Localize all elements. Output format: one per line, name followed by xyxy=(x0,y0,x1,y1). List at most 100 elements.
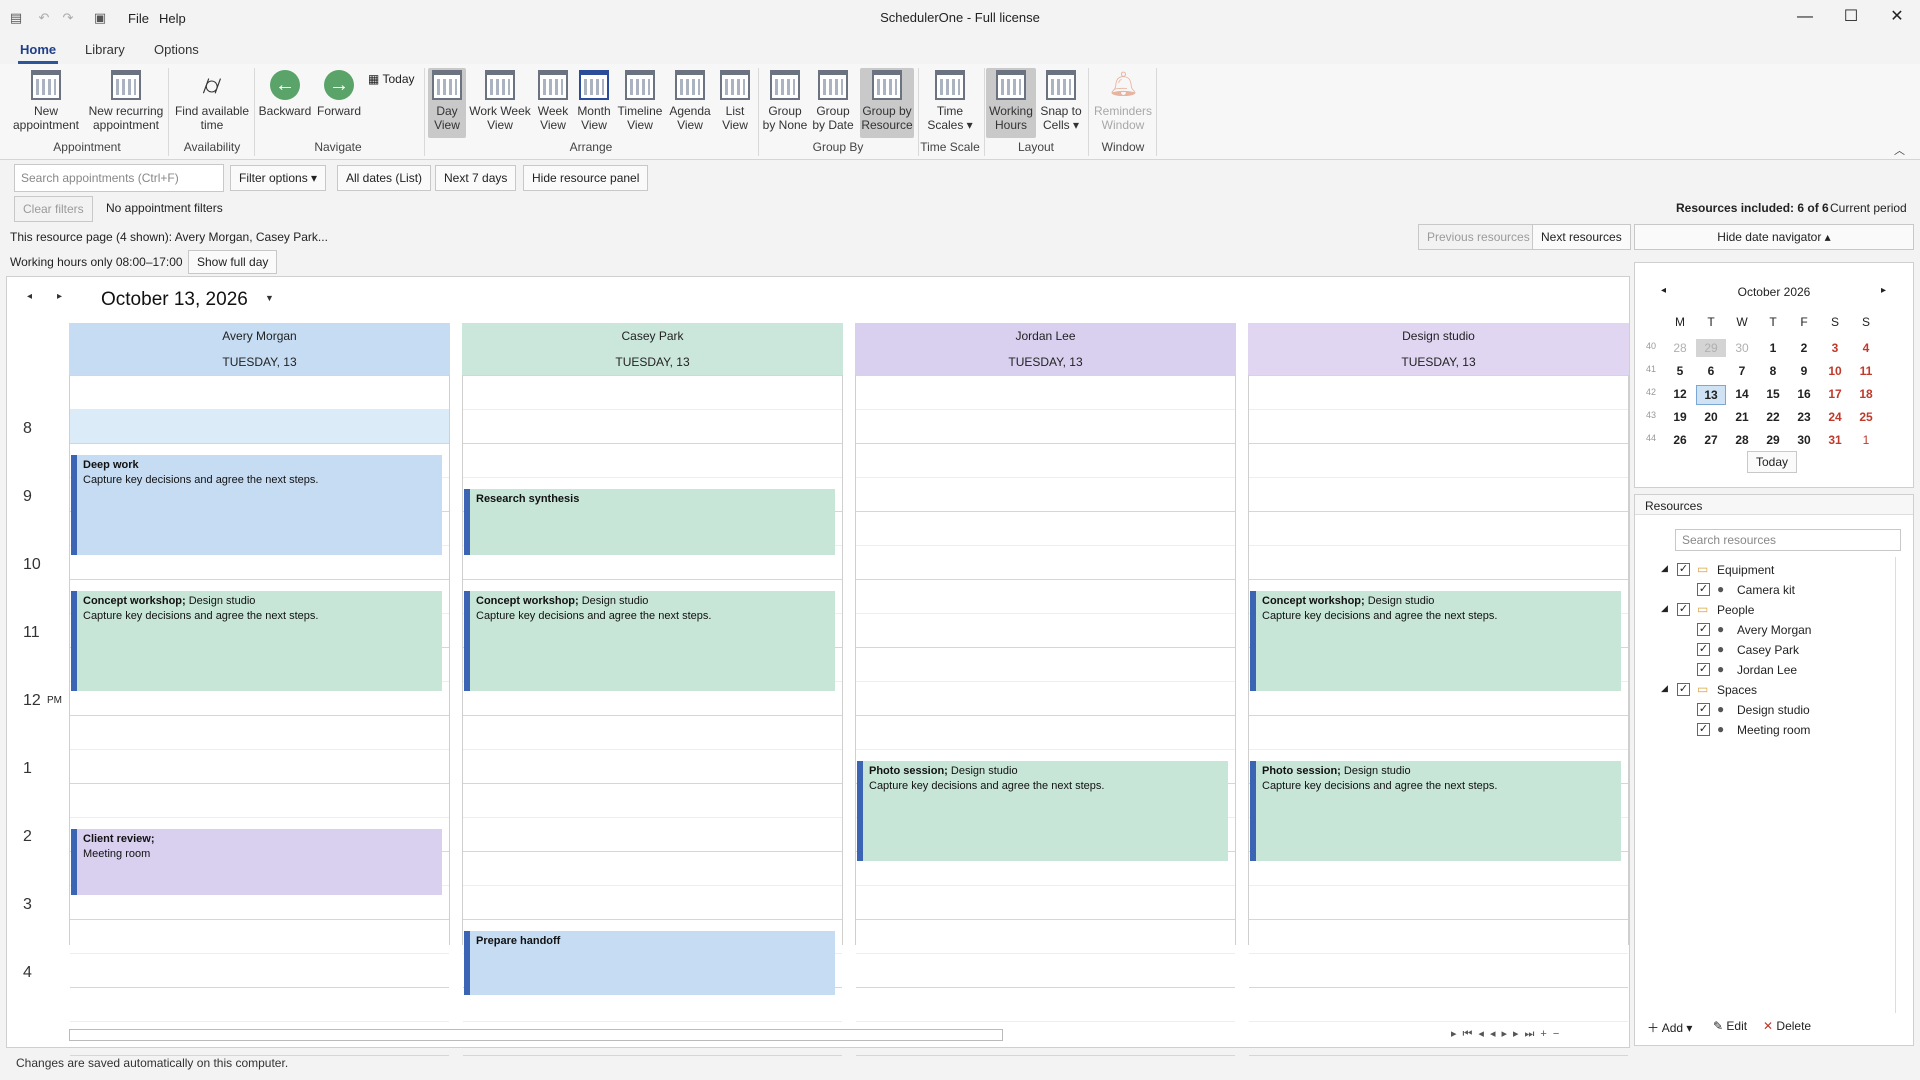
resource-checkbox[interactable]: ✓ xyxy=(1697,703,1710,716)
group-by-none-button[interactable]: Group by None xyxy=(762,68,808,138)
working-hours-button[interactable]: Working Hours xyxy=(986,68,1036,138)
calendar-day[interactable]: 30 xyxy=(1727,339,1757,357)
appointment-research-synthesis[interactable]: Research synthesis xyxy=(464,489,835,555)
calendar-day[interactable]: 28 xyxy=(1665,339,1695,357)
previous-resources-button[interactable]: Previous resources xyxy=(1418,224,1539,250)
maximize-icon[interactable]: ☐ xyxy=(1828,0,1874,34)
resource-tree-item[interactable]: ◢ ✓ ▭ People xyxy=(1635,601,1893,621)
calendar-day[interactable]: 3 xyxy=(1820,339,1850,357)
snap-to-cells-button[interactable]: Snap to Cells ▾ xyxy=(1038,68,1084,138)
reminders-window-button[interactable]: 🔔︎ Reminders Window xyxy=(1092,68,1154,138)
resource-tree-item[interactable]: ◢ ✓ ▭ Spaces xyxy=(1635,681,1893,701)
resource-checkbox[interactable]: ✓ xyxy=(1697,623,1710,636)
search-resources-input[interactable]: Search resources xyxy=(1675,529,1901,551)
resource-header-avery[interactable]: Avery Morgan TUESDAY, 13 xyxy=(69,323,450,375)
appointment-client-review[interactable]: Client review; Meeting room xyxy=(71,829,442,895)
calendar-day[interactable]: 26 xyxy=(1665,431,1695,449)
work-week-view-button[interactable]: Work Week View xyxy=(468,68,532,138)
appointment-concept-workshop[interactable]: Concept workshop; Design studio Capture k… xyxy=(464,591,835,691)
resource-tree-item[interactable]: ✓ ● Design studio xyxy=(1635,701,1893,721)
close-icon[interactable]: ✕ xyxy=(1874,0,1920,34)
calendar-day[interactable]: 20 xyxy=(1696,408,1726,426)
date-dropdown-icon[interactable]: ▼ xyxy=(265,293,274,303)
calendar-day[interactable]: 28 xyxy=(1727,431,1757,449)
resource-header-jordan[interactable]: Jordan Lee TUESDAY, 13 xyxy=(855,323,1236,375)
calendar-day[interactable]: 19 xyxy=(1665,408,1695,426)
all-dates-button[interactable]: All dates (List) xyxy=(337,165,432,191)
delete-resource-button[interactable]: ✕ Delete xyxy=(1763,1019,1811,1033)
next-date-icon[interactable]: ▸ xyxy=(57,291,62,302)
minimize-icon[interactable]: — xyxy=(1782,0,1828,34)
horizontal-scrollbar[interactable] xyxy=(69,1029,1003,1041)
new-recurring-appointment-button[interactable]: New recurring appointment xyxy=(86,68,166,138)
add-resource-button[interactable]: ＋ Add ▾ xyxy=(1647,1019,1692,1036)
calendar-day[interactable]: 4 xyxy=(1851,339,1881,357)
calendar-day[interactable]: 5 xyxy=(1665,362,1695,380)
tab-library[interactable]: Library xyxy=(85,42,125,57)
hide-date-navigator-button[interactable]: Hide date navigator ▴ xyxy=(1634,224,1914,250)
calendar-day[interactable]: 15 xyxy=(1758,385,1788,403)
resource-tree-item[interactable]: ✓ ● Casey Park xyxy=(1635,641,1893,661)
resource-tree-item[interactable]: ✓ ● Camera kit xyxy=(1635,581,1893,601)
resource-navigator-icons[interactable]: ▸⏮◂◂▸▸⏭+− xyxy=(1451,1027,1565,1041)
calendar-day[interactable]: 31 xyxy=(1820,431,1850,449)
prev-date-icon[interactable]: ◂ xyxy=(27,291,32,302)
clear-filters-button[interactable]: Clear filters xyxy=(14,196,93,222)
calendar-day[interactable]: 25 xyxy=(1851,408,1881,426)
resource-checkbox[interactable]: ✓ xyxy=(1677,603,1690,616)
list-view-button[interactable]: List View xyxy=(716,68,754,138)
search-appointments-input[interactable]: Search appointments (Ctrl+F) xyxy=(14,164,224,192)
resource-checkbox[interactable]: ✓ xyxy=(1697,723,1710,736)
calendar-day[interactable]: 14 xyxy=(1727,385,1757,403)
month-view-button[interactable]: Month View xyxy=(574,68,614,138)
edit-resource-button[interactable]: ✎ Edit xyxy=(1713,1019,1747,1033)
expand-icon[interactable]: ◢ xyxy=(1661,563,1668,574)
resource-checkbox[interactable]: ✓ xyxy=(1697,663,1710,676)
resource-checkbox[interactable]: ✓ xyxy=(1697,643,1710,656)
appointment-concept-workshop[interactable]: Concept workshop; Design studio Capture k… xyxy=(71,591,442,691)
resource-tree-item[interactable]: ◢ ✓ ▭ Equipment xyxy=(1635,561,1893,581)
expand-icon[interactable]: ◢ xyxy=(1661,603,1668,614)
calendar-day[interactable]: 22 xyxy=(1758,408,1788,426)
tab-options[interactable]: Options xyxy=(154,42,199,57)
date-title[interactable]: October 13, 2026 xyxy=(101,289,248,311)
calendar-day[interactable]: 29 xyxy=(1758,431,1788,449)
calendar-day[interactable]: 8 xyxy=(1758,362,1788,380)
calendar-day[interactable]: 17 xyxy=(1820,385,1850,403)
resource-tree-item[interactable]: ✓ ● Meeting room xyxy=(1635,721,1893,741)
day-view-button[interactable]: Day View xyxy=(428,68,466,138)
calendar-day[interactable]: 6 xyxy=(1696,362,1726,380)
calendar-day[interactable]: 27 xyxy=(1696,431,1726,449)
week-view-button[interactable]: Week View xyxy=(534,68,572,138)
calendar-day[interactable]: 12 xyxy=(1665,385,1695,403)
calendar-day[interactable]: 13 xyxy=(1696,385,1726,405)
resource-header-casey[interactable]: Casey Park TUESDAY, 13 xyxy=(462,323,843,375)
tab-home[interactable]: Home xyxy=(17,42,59,64)
calendar-day[interactable]: 11 xyxy=(1851,362,1881,380)
calendar-day[interactable]: 1 xyxy=(1851,431,1881,449)
tree-scrollbar[interactable] xyxy=(1895,557,1909,1013)
appointment-photo-session[interactable]: Photo session; Design studio Capture key … xyxy=(857,761,1228,861)
next-resources-button[interactable]: Next resources xyxy=(1532,224,1631,250)
calendar-day[interactable]: 18 xyxy=(1851,385,1881,403)
calendar-day[interactable]: 10 xyxy=(1820,362,1850,380)
resource-header-design-studio[interactable]: Design studio TUESDAY, 13 xyxy=(1248,323,1629,375)
calendar-day[interactable]: 30 xyxy=(1789,431,1819,449)
time-scales-button[interactable]: Time Scales ▾ xyxy=(922,68,978,138)
timeline-view-button[interactable]: Timeline View xyxy=(616,68,664,138)
appointment-concept-workshop[interactable]: Concept workshop; Design studio Capture k… xyxy=(1250,591,1621,691)
calendar-day[interactable]: 7 xyxy=(1727,362,1757,380)
new-appointment-button[interactable]: New appointment xyxy=(8,68,84,138)
mini-today-button[interactable]: Today xyxy=(1747,451,1798,473)
find-available-time-button[interactable]: ⌭ Find available time xyxy=(172,68,252,138)
calendar-day[interactable]: 24 xyxy=(1820,408,1850,426)
appointment-prepare-handoff[interactable]: Prepare handoff xyxy=(464,931,835,995)
agenda-view-button[interactable]: Agenda View xyxy=(666,68,714,138)
resource-checkbox[interactable]: ✓ xyxy=(1697,583,1710,596)
filter-options-button[interactable]: Filter options ▾ xyxy=(230,165,327,191)
calendar-day[interactable]: 2 xyxy=(1789,339,1819,357)
calendar-day[interactable]: 9 xyxy=(1789,362,1819,380)
calendar-day[interactable]: 16 xyxy=(1789,385,1819,403)
calendar-day[interactable]: 21 xyxy=(1727,408,1757,426)
resource-tree-item[interactable]: ✓ ● Avery Morgan xyxy=(1635,621,1893,641)
